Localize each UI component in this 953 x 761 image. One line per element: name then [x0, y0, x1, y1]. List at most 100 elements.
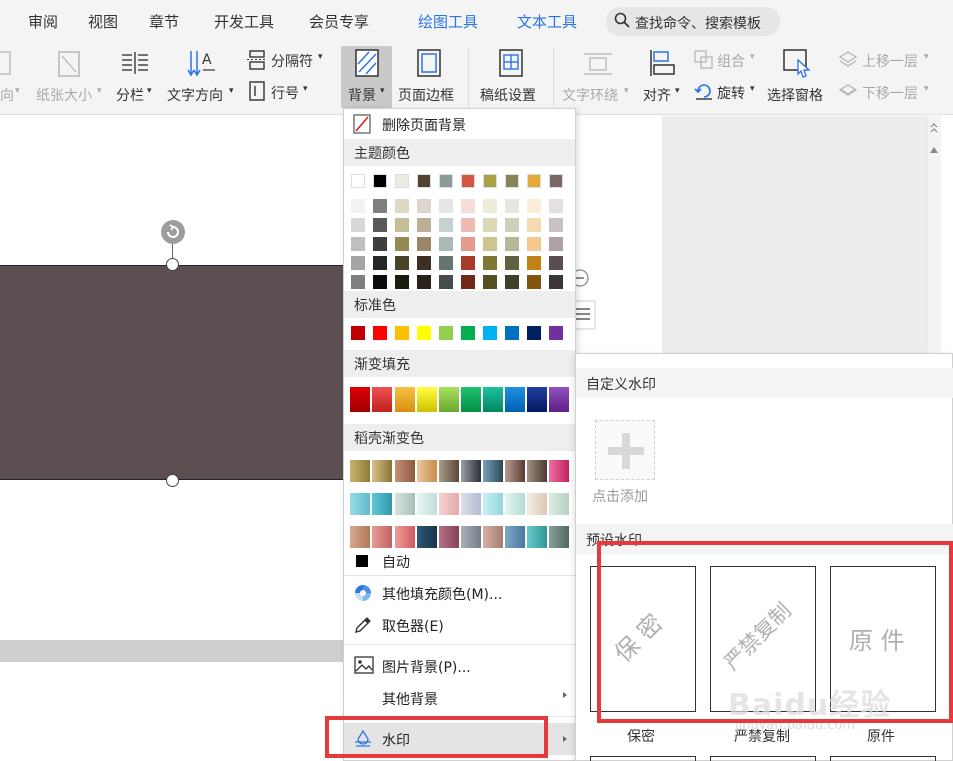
- standard-color-swatch[interactable]: [439, 326, 453, 340]
- theme-shade-swatch[interactable]: [417, 218, 431, 232]
- theme-shade-swatch[interactable]: [417, 237, 431, 251]
- docer-gradient-swatch[interactable]: [417, 526, 437, 548]
- theme-shade-swatch[interactable]: [505, 218, 519, 232]
- docer-gradient-swatch[interactable]: [505, 526, 525, 548]
- theme-shade-swatch[interactable]: [417, 256, 431, 270]
- selection-pane-button[interactable]: 选择窗格: [767, 85, 823, 105]
- gradient-fill-swatch[interactable]: [350, 387, 370, 412]
- theme-shade-swatch[interactable]: [351, 237, 365, 251]
- docer-gradient-swatch[interactable]: [527, 460, 547, 482]
- docer-gradient-swatch[interactable]: [417, 493, 437, 515]
- theme-shade-swatch[interactable]: [395, 237, 409, 251]
- docer-gradient-swatch[interactable]: [483, 526, 503, 548]
- docer-gradient-swatch[interactable]: [549, 526, 569, 548]
- eyedropper-item[interactable]: 取色器(E): [344, 610, 575, 640]
- text-wrap-button[interactable]: 文字环绕: [562, 85, 618, 105]
- theme-color-swatch[interactable]: [549, 174, 563, 188]
- docer-gradient-swatch[interactable]: [461, 493, 481, 515]
- theme-shade-swatch[interactable]: [395, 218, 409, 232]
- menu-text-tools[interactable]: 文本工具: [517, 11, 577, 32]
- theme-color-swatch[interactable]: [351, 174, 365, 188]
- theme-shade-swatch[interactable]: [527, 275, 541, 289]
- docer-gradient-swatch[interactable]: [505, 460, 525, 482]
- docer-gradient-swatch[interactable]: [527, 526, 547, 548]
- docer-gradient-swatch[interactable]: [395, 460, 415, 482]
- auto-color-item[interactable]: 自动: [344, 546, 575, 576]
- standard-color-swatch[interactable]: [549, 326, 563, 340]
- theme-color-swatch[interactable]: [483, 174, 497, 188]
- theme-shade-swatch[interactable]: [373, 275, 387, 289]
- theme-shade-swatch[interactable]: [373, 237, 387, 251]
- standard-color-swatch[interactable]: [417, 326, 431, 340]
- docer-gradient-swatch[interactable]: [439, 493, 459, 515]
- docer-gradient-swatch[interactable]: [395, 526, 415, 548]
- more-fill-colors-item[interactable]: 其他填充颜色(M)...: [344, 578, 575, 608]
- theme-shade-swatch[interactable]: [439, 256, 453, 270]
- docer-gradient-swatch[interactable]: [350, 460, 370, 482]
- docer-gradient-swatch[interactable]: [505, 493, 525, 515]
- docer-gradient-swatch[interactable]: [549, 493, 569, 515]
- docer-gradient-swatch[interactable]: [461, 526, 481, 548]
- theme-shade-swatch[interactable]: [351, 199, 365, 213]
- theme-color-swatch[interactable]: [417, 174, 431, 188]
- theme-shade-swatch[interactable]: [505, 237, 519, 251]
- align-button[interactable]: 对齐: [643, 85, 671, 105]
- search-box[interactable]: 查找命令、搜索模板: [606, 7, 780, 36]
- theme-color-swatch[interactable]: [527, 174, 541, 188]
- preset-watermark-card-row2[interactable]: [590, 756, 696, 761]
- orientation-button[interactable]: 向: [0, 85, 14, 105]
- preset-watermark-card-row2[interactable]: [830, 756, 936, 761]
- docer-gradient-swatch[interactable]: [372, 526, 392, 548]
- gradient-fill-swatch[interactable]: [417, 387, 437, 412]
- paper-size-button[interactable]: 纸张大小: [36, 85, 92, 105]
- gradient-fill-swatch[interactable]: [483, 387, 503, 412]
- standard-color-swatch[interactable]: [373, 326, 387, 340]
- gradient-fill-swatch[interactable]: [439, 387, 459, 412]
- line-number-button[interactable]: 行号: [271, 83, 299, 103]
- gradient-fill-swatch[interactable]: [461, 387, 481, 412]
- standard-color-swatch[interactable]: [483, 326, 497, 340]
- theme-shade-swatch[interactable]: [483, 275, 497, 289]
- page-border-button[interactable]: 页面边框: [398, 85, 454, 105]
- theme-shade-swatch[interactable]: [439, 199, 453, 213]
- gradient-fill-swatch[interactable]: [395, 387, 415, 412]
- gradient-fill-swatch[interactable]: [527, 387, 547, 412]
- menu-section[interactable]: 章节: [149, 11, 179, 32]
- columns-button[interactable]: 分栏: [116, 85, 144, 105]
- gradient-fill-swatch[interactable]: [372, 387, 392, 412]
- theme-shade-swatch[interactable]: [351, 256, 365, 270]
- theme-shade-swatch[interactable]: [439, 218, 453, 232]
- docer-gradient-swatch[interactable]: [350, 493, 370, 515]
- theme-shade-swatch[interactable]: [483, 237, 497, 251]
- gradient-fill-swatch[interactable]: [505, 387, 525, 412]
- theme-color-swatch[interactable]: [439, 174, 453, 188]
- rotate-button[interactable]: 旋转: [717, 83, 745, 103]
- docer-gradient-swatch[interactable]: [549, 460, 569, 482]
- docer-gradient-swatch[interactable]: [372, 460, 392, 482]
- theme-shade-swatch[interactable]: [505, 275, 519, 289]
- theme-shade-swatch[interactable]: [461, 218, 475, 232]
- theme-shade-swatch[interactable]: [527, 256, 541, 270]
- docer-gradient-swatch[interactable]: [372, 493, 392, 515]
- separator-button[interactable]: 分隔符: [271, 51, 313, 71]
- theme-shade-swatch[interactable]: [549, 199, 563, 213]
- text-direction-button[interactable]: 文字方向: [167, 85, 223, 105]
- theme-shade-swatch[interactable]: [417, 275, 431, 289]
- add-custom-watermark-button[interactable]: [595, 420, 655, 480]
- rotate-handle[interactable]: [161, 220, 185, 244]
- group-button[interactable]: 组合: [717, 51, 745, 71]
- theme-shade-swatch[interactable]: [395, 199, 409, 213]
- theme-shade-swatch[interactable]: [549, 218, 563, 232]
- docer-gradient-swatch[interactable]: [417, 460, 437, 482]
- theme-shade-swatch[interactable]: [395, 275, 409, 289]
- docer-gradient-swatch[interactable]: [527, 493, 547, 515]
- docer-gradient-swatch[interactable]: [483, 460, 503, 482]
- gradient-fill-swatch[interactable]: [549, 387, 569, 412]
- theme-color-swatch[interactable]: [505, 174, 519, 188]
- docer-gradient-swatch[interactable]: [439, 460, 459, 482]
- send-backward-button[interactable]: 下移一层: [862, 83, 918, 103]
- theme-shade-swatch[interactable]: [505, 256, 519, 270]
- theme-shade-swatch[interactable]: [527, 199, 541, 213]
- docer-gradient-swatch[interactable]: [461, 460, 481, 482]
- scroll-up-double-icon[interactable]: [929, 122, 939, 134]
